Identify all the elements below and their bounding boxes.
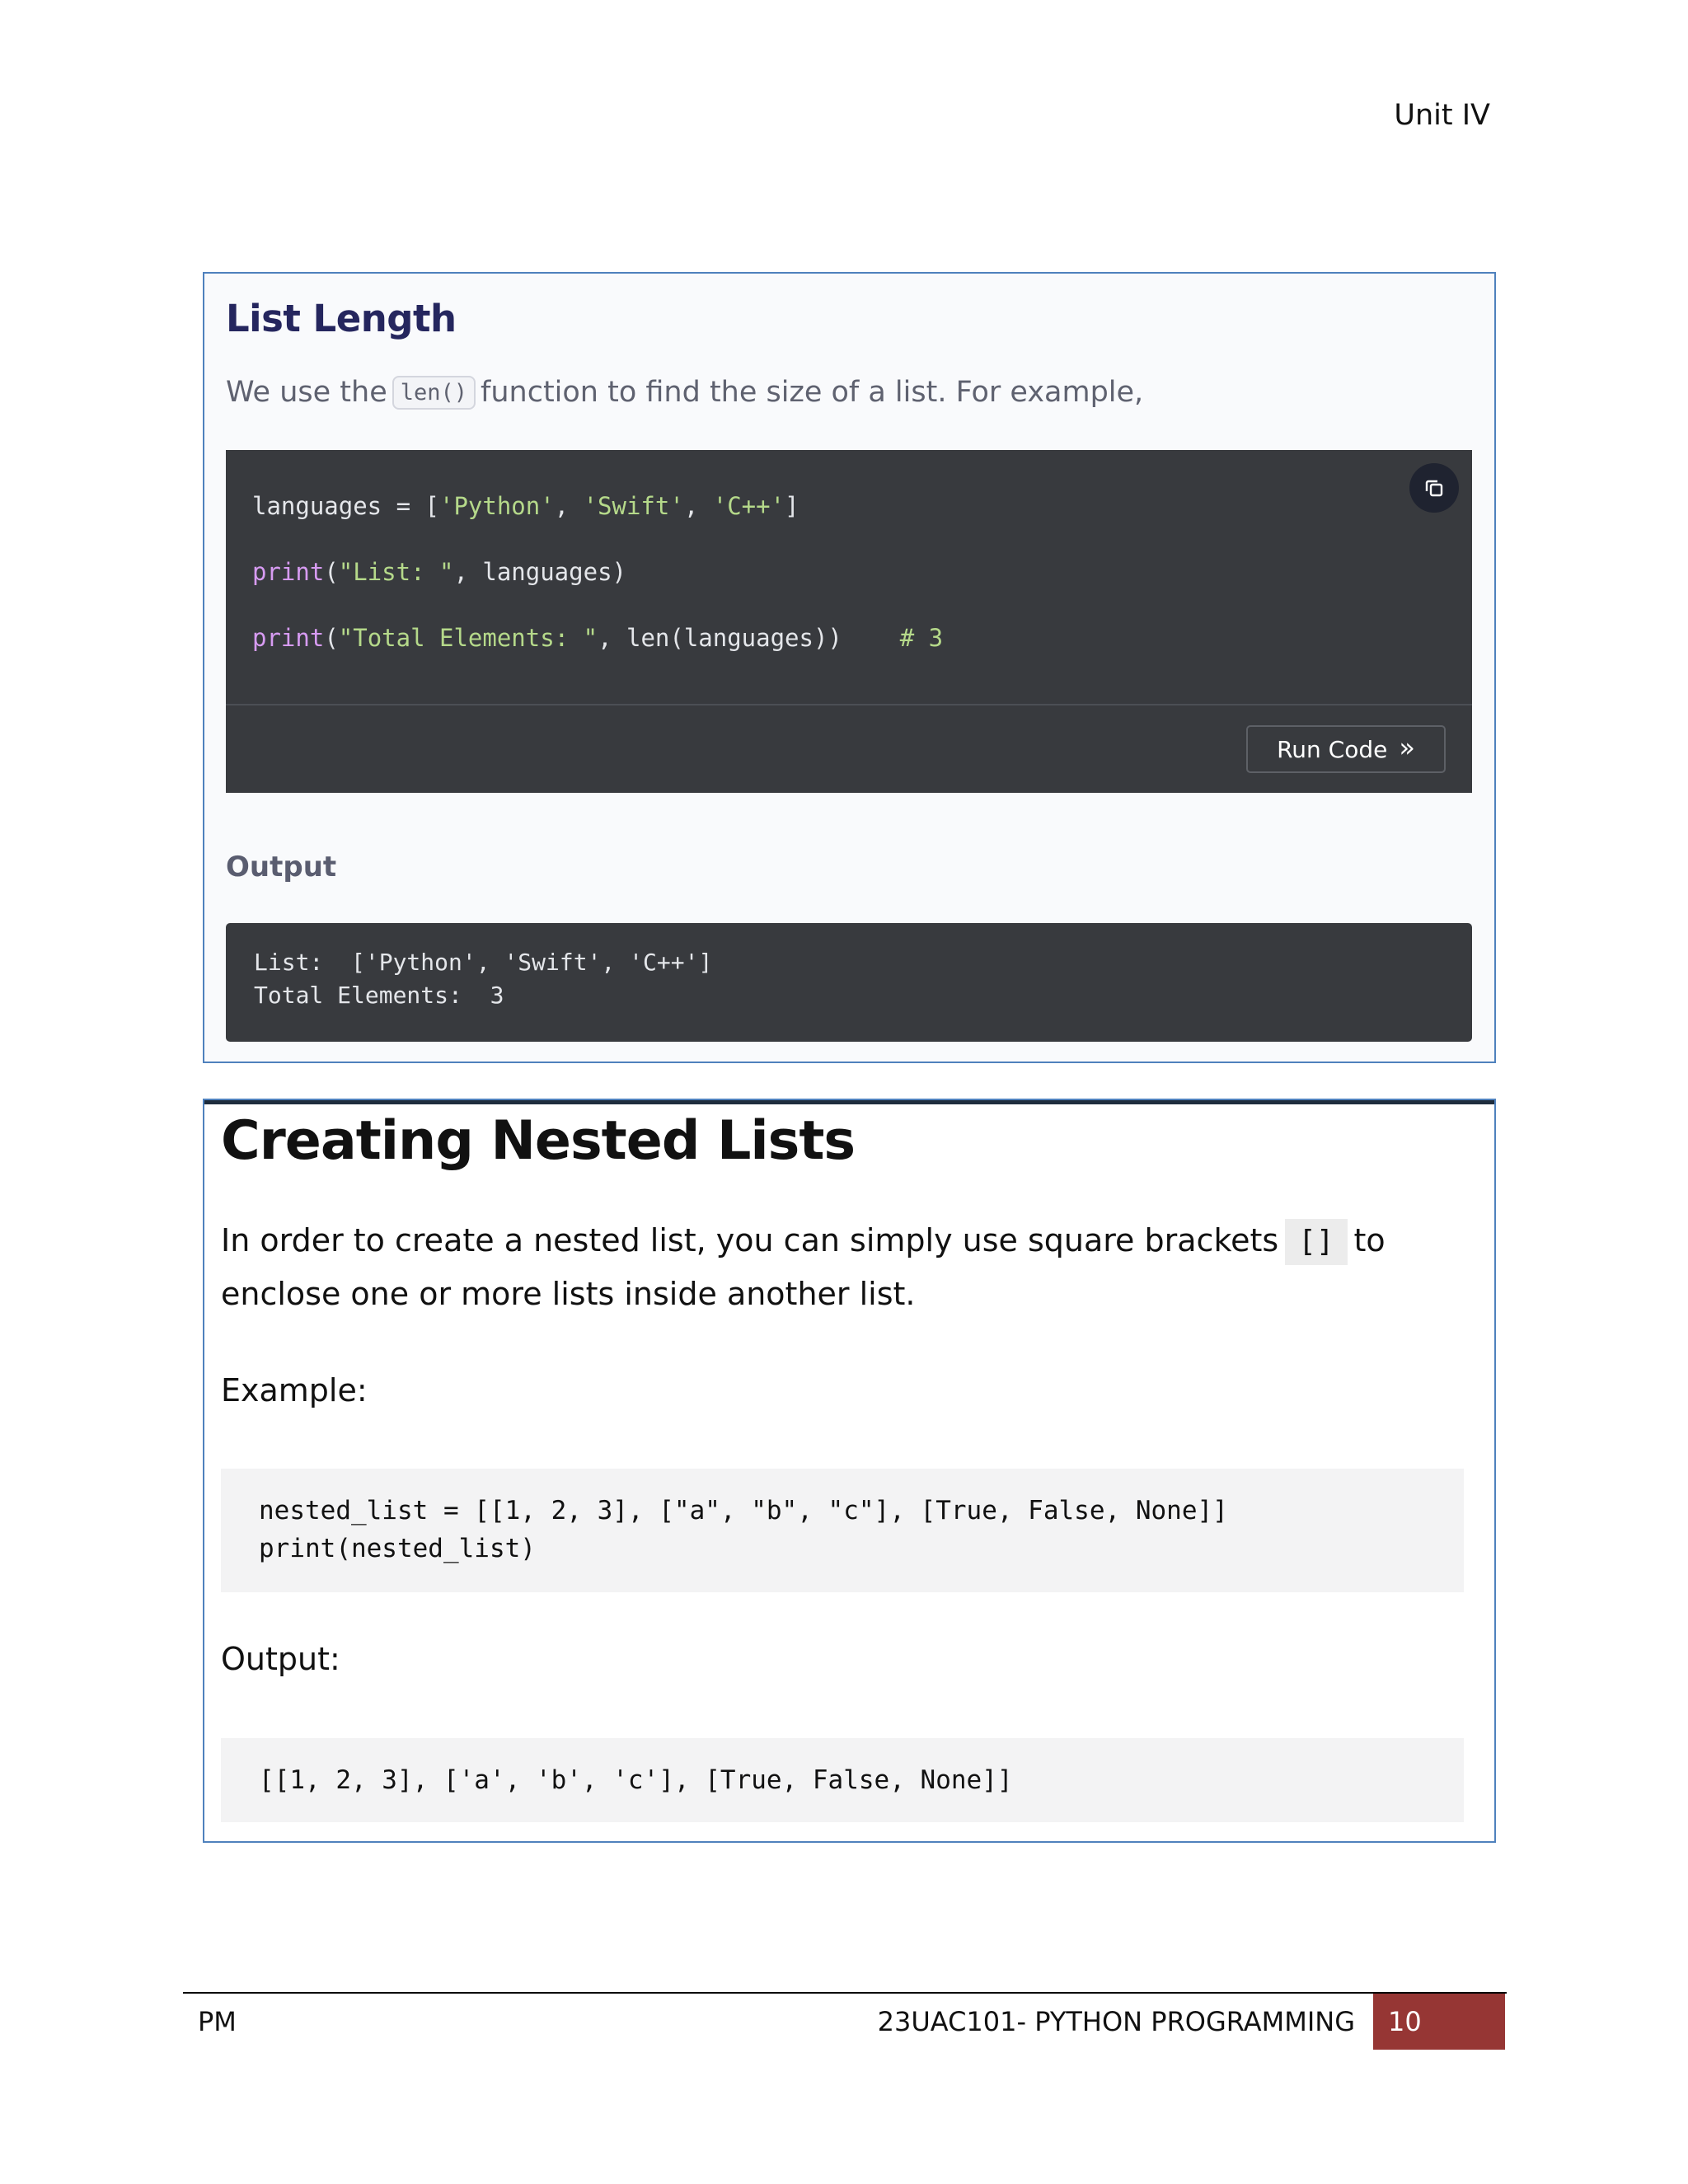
code-line: print("List: ", languages) bbox=[252, 555, 943, 621]
code-keyword: print bbox=[252, 624, 325, 652]
inline-code-brackets: [] bbox=[1285, 1219, 1348, 1265]
example-code-block: nested_list = [[1, 2, 3], ["a", "b", "c"… bbox=[221, 1469, 1464, 1592]
code-token: , len(languages)) bbox=[598, 624, 900, 652]
code-token: ( bbox=[324, 624, 339, 652]
code-token: , bbox=[554, 492, 584, 520]
code-keyword: print bbox=[252, 558, 325, 586]
code-token: languages = [ bbox=[252, 492, 439, 520]
output-line: List: ['Python', 'Swift', 'C++'] bbox=[254, 949, 713, 976]
intro-text-before: We use the bbox=[226, 376, 387, 409]
example-label: Example: bbox=[221, 1372, 368, 1408]
list-length-title: List Length bbox=[226, 297, 457, 340]
output-line: Total Elements: 3 bbox=[254, 982, 504, 1009]
run-code-button[interactable]: Run Code » bbox=[1246, 725, 1446, 773]
code-token: ( bbox=[324, 558, 339, 586]
code-line: [[1, 2, 3], ['a', 'b', 'c'], [True, Fals… bbox=[259, 1765, 1013, 1795]
double-chevron-right-icon: » bbox=[1399, 732, 1415, 763]
page-number: 10 bbox=[1373, 1994, 1505, 2050]
code-token: , bbox=[683, 492, 713, 520]
code-string: 'Swift' bbox=[583, 492, 684, 520]
code-line: languages = ['Python', 'Swift', 'C++'] bbox=[252, 490, 943, 555]
footer-course-title: 23UAC101- PYTHON PROGRAMMING bbox=[877, 2006, 1355, 2037]
code-token: ] bbox=[785, 492, 799, 520]
footer-rule bbox=[183, 1992, 1507, 1994]
nested-lists-section: Creating Nested Lists In order to create… bbox=[203, 1099, 1496, 1843]
code-string: 'Python' bbox=[438, 492, 555, 520]
nested-lists-title: Creating Nested Lists bbox=[221, 1110, 856, 1172]
code-string: "Total Elements: " bbox=[338, 624, 598, 652]
footer-author: PM bbox=[198, 2006, 237, 2037]
inline-code-len: len() bbox=[392, 376, 476, 410]
intro-text-after: function to find the size of a list. For… bbox=[481, 376, 1144, 409]
code-string: "List: " bbox=[338, 558, 454, 586]
code-string: 'C++' bbox=[712, 492, 785, 520]
code-block: languages = ['Python', 'Swift', 'C++'] p… bbox=[226, 450, 1472, 793]
para-text-before: In order to create a nested list, you ca… bbox=[221, 1222, 1279, 1258]
code-token: , languages) bbox=[453, 558, 626, 586]
copy-button[interactable] bbox=[1409, 463, 1459, 513]
nested-lists-paragraph: In order to create a nested list, you ca… bbox=[221, 1214, 1457, 1321]
code-line: print("Total Elements: ", len(languages)… bbox=[252, 621, 943, 687]
list-length-intro: We use the len() function to find the size… bbox=[226, 376, 1143, 410]
output-code-block: [[1, 2, 3], ['a', 'b', 'c'], [True, Fals… bbox=[221, 1738, 1464, 1822]
copy-icon bbox=[1425, 480, 1443, 497]
code-divider bbox=[226, 704, 1472, 705]
output-block: List: ['Python', 'Swift', 'C++'] Total E… bbox=[226, 923, 1472, 1042]
code-line: print(nested_list) bbox=[259, 1534, 536, 1563]
output-label: Output: bbox=[221, 1641, 340, 1677]
unit-label: Unit IV bbox=[1394, 99, 1490, 132]
code-line: nested_list = [[1, 2, 3], ["a", "b", "c"… bbox=[259, 1496, 1228, 1526]
code-lines: languages = ['Python', 'Swift', 'C++'] p… bbox=[252, 490, 943, 687]
list-length-section: List Length We use the len() function to f… bbox=[203, 272, 1496, 1063]
output-heading: Output bbox=[226, 851, 337, 883]
code-comment: # 3 bbox=[899, 624, 944, 652]
run-code-label: Run Code bbox=[1277, 735, 1388, 763]
section-top-bar bbox=[204, 1100, 1494, 1104]
